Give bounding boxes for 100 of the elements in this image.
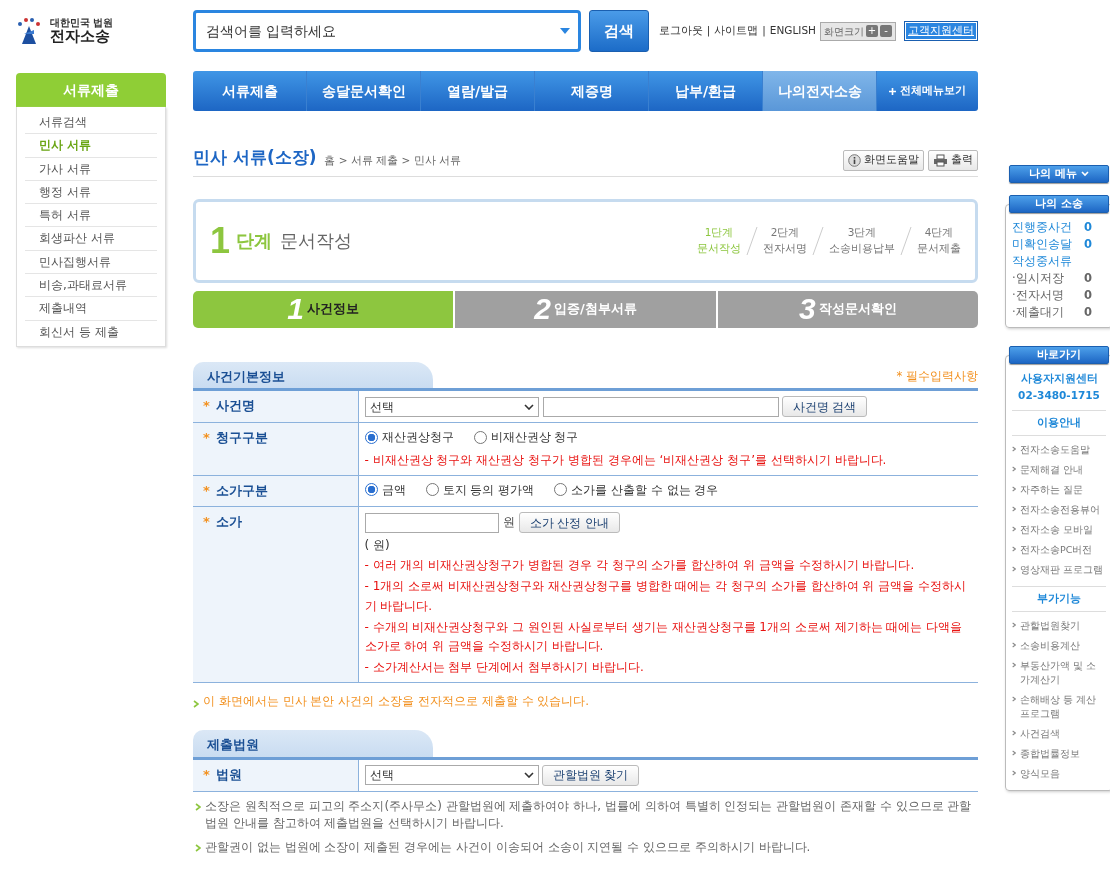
shortcut-link[interactable]: 전자소송도움말: [1020, 442, 1090, 457]
help-button[interactable]: 화면도움말: [843, 150, 924, 171]
radio-button[interactable]: [554, 483, 568, 497]
case-link[interactable]: 미확인송달: [1012, 236, 1072, 253]
radio-button[interactable]: [473, 430, 487, 444]
top-link[interactable]: 로그아웃: [658, 23, 703, 39]
warning-note: - 수개의 비재산권상청구와 그 원인된 사실로부터 생기는 재산권상청구를 1개의 소로써 제기하는 때에는 다액을 소가로 하여 위 금액을 수정하시기 바랍니다.: [364, 618, 964, 655]
all-menu-link[interactable]: 전체메뉴보기: [877, 71, 978, 111]
chevron-down-icon: [1080, 171, 1089, 177]
case-link[interactable]: ·제출대기: [1012, 304, 1064, 321]
required-mark: *: [203, 482, 210, 498]
shortcut-link[interactable]: 전자소송PC버전: [1020, 542, 1093, 557]
select-field[interactable]: 선택: [364, 765, 539, 786]
field-label: * 소가: [193, 506, 358, 683]
sidebar-item[interactable]: 서류검색: [25, 111, 157, 135]
sidebar-item[interactable]: 회생파산 서류: [25, 227, 157, 251]
warning-note: - 비재산권상 청구와 재산권상 청구가 병합된 경우에는 ‘비재산권상 청구’를 선택하시기 바랍니다.: [364, 451, 888, 469]
sidebar-item[interactable]: 가사 서류: [25, 157, 157, 181]
shortcut-link[interactable]: 손해배상 등 계산 프로그램: [1020, 692, 1106, 721]
customer-center-button[interactable]: 고객지원센터: [904, 21, 978, 41]
case-link[interactable]: ·임시저장: [1012, 270, 1064, 287]
guide-button[interactable]: 소가 산정 안내: [518, 512, 621, 534]
support-phone: 02-3480-1715: [1017, 388, 1101, 403]
separator: |: [706, 23, 711, 39]
section-title: 제출법원: [193, 730, 433, 757]
nav-tab[interactable]: 나의전자소송: [763, 71, 877, 111]
case-link[interactable]: ·전자서명: [1012, 287, 1064, 304]
sidebar-item[interactable]: 특허 서류: [25, 204, 157, 228]
radio-option[interactable]: 비재산권상 청구: [473, 428, 579, 446]
page-title: 민사 서류(소장): [193, 146, 317, 169]
case-link[interactable]: 진행중사건: [1012, 219, 1072, 236]
shortcut-link[interactable]: 자주하는 질문: [1020, 482, 1084, 497]
guide-note: 소장은 원칙적으로 피고의 주소지(주사무소) 관할법원에 제출하여야 하나, 법률에 의하여 특별히 인정되는 관할법원이 존재할 수 있으므로 관할법원 안내를 참고하여 제출법원을 선택하시기 바랍니다.: [205, 797, 973, 833]
group-title: 이용안내: [1012, 410, 1106, 436]
shortcut-link[interactable]: 전자소송전용뷰어: [1020, 502, 1100, 517]
chevron-down-icon: [523, 403, 534, 410]
panel-title: 나의 소송: [1009, 195, 1109, 213]
radio-button[interactable]: [425, 483, 439, 497]
shortcut-link[interactable]: 전자소송 모바일: [1020, 522, 1094, 537]
plus-icon: [889, 87, 896, 95]
radio-option[interactable]: 소가를 산출할 수 없는 경우: [554, 480, 719, 499]
field-label: * 소가구분: [193, 475, 358, 507]
shortcut-link[interactable]: 문제해결 안내: [1020, 462, 1084, 477]
amount-hint: ( 원): [364, 537, 391, 555]
search-button[interactable]: 검색: [589, 10, 649, 52]
zoom-in-button[interactable]: +: [866, 25, 878, 37]
radio-option[interactable]: 재산권상청구: [364, 428, 454, 446]
step-unit: 단계: [236, 229, 273, 253]
nav-tab[interactable]: 송달문서확인: [307, 71, 421, 111]
required-mark: *: [203, 398, 210, 413]
search-button[interactable]: 사건명 검색: [781, 396, 868, 417]
progress-step: 1단계 문서작성: [693, 224, 745, 257]
text-field[interactable]: [542, 396, 779, 417]
radio-button[interactable]: [364, 430, 378, 444]
sidebar-item[interactable]: 행정 서류: [25, 180, 157, 205]
required-mark: *: [203, 514, 210, 530]
nav-tab[interactable]: 제증명: [535, 71, 649, 111]
shortcut-link[interactable]: 영상재판 프로그램: [1020, 562, 1104, 577]
count: 0: [1084, 270, 1092, 287]
top-link[interactable]: ENGLISH: [769, 23, 816, 39]
zoom-out-button[interactable]: -: [880, 25, 892, 37]
shortcut-link[interactable]: 소송비용계산: [1020, 638, 1080, 653]
field-label: * 사건명: [193, 391, 358, 423]
guide-note: 관할권이 없는 법원에 소장이 제출된 경우에는 사건이 이송되어 소송이 지연될 수 있으므로 주의하시기 바랍니다.: [205, 838, 811, 856]
nav-tab[interactable]: 서류제출: [193, 71, 307, 111]
select-field[interactable]: 선택: [364, 396, 539, 417]
radio-option[interactable]: 금액: [364, 480, 406, 499]
field-label: * 법원: [193, 759, 358, 792]
shortcut-link[interactable]: 관할법원찾기: [1020, 618, 1080, 633]
amount-field[interactable]: [364, 512, 499, 533]
count: 0: [1084, 219, 1092, 236]
my-menu-button[interactable]: 나의 메뉴: [1009, 165, 1109, 183]
zoom-label: 화면크기: [824, 24, 864, 39]
sidebar-item[interactable]: 비송,과태료서류: [25, 274, 157, 298]
sidebar-item[interactable]: 회신서 등 제출: [25, 320, 157, 344]
search-field[interactable]: 검색어를 입력하세요: [193, 10, 581, 52]
info-icon: [848, 153, 861, 167]
sidebar-title: 서류제출: [16, 73, 166, 107]
dropdown-icon: [559, 27, 571, 35]
shortcut-link[interactable]: 종합법률정보: [1020, 746, 1080, 761]
shortcut-link[interactable]: 사건검색: [1020, 726, 1060, 741]
progress-step: 3단계 소송비용납부: [825, 224, 899, 257]
sidebar-item[interactable]: 민사집행서류: [25, 250, 157, 275]
shortcut-link[interactable]: 양식모음: [1020, 766, 1060, 781]
radio-option[interactable]: 토지 등의 평가액: [425, 480, 535, 499]
separator: |: [762, 23, 766, 39]
count: 0: [1084, 304, 1092, 321]
sidebar-item[interactable]: 민사 서류: [25, 134, 157, 158]
top-link[interactable]: 사이트맵: [714, 23, 759, 39]
case-link[interactable]: 작성중서류: [1012, 253, 1072, 270]
required-mark: *: [203, 430, 210, 445]
chevron-down-icon: [523, 772, 534, 779]
search-button[interactable]: 관할법원 찾기: [541, 764, 640, 786]
print-button[interactable]: 출력: [928, 150, 978, 171]
count: 0: [1084, 236, 1092, 253]
shortcut-link[interactable]: 부동산가액 및 소가계산기: [1020, 658, 1106, 687]
radio-button[interactable]: [364, 483, 378, 497]
sidebar-item[interactable]: 제출내역: [25, 297, 157, 321]
logo-title: 전자소송: [50, 28, 110, 45]
nav-tab[interactable]: 열람/발급: [421, 71, 535, 111]
